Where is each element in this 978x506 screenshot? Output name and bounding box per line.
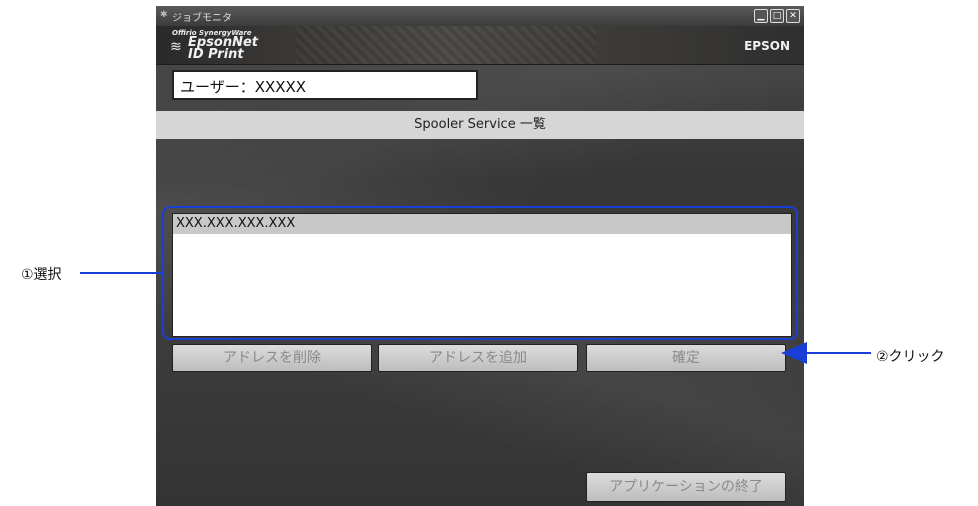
- brand-logo-icon: ≋: [170, 39, 182, 55]
- list-item[interactable]: XXX.XXX.XXX.XXX: [173, 214, 791, 234]
- vendor-logo: EPSON: [744, 39, 790, 53]
- user-display: ユーザー：XXXXX: [172, 70, 478, 100]
- titlebar: ✱ ジョブモニタ ▁ □ ✕: [156, 6, 804, 27]
- confirm-button[interactable]: 確定: [586, 344, 786, 372]
- spooler-service-list[interactable]: XXX.XXX.XXX.XXX: [172, 213, 792, 337]
- window-title: ジョブモニタ: [172, 13, 232, 24]
- banner-pattern: [296, 26, 596, 64]
- close-button[interactable]: ✕: [786, 9, 800, 23]
- minimize-button[interactable]: ▁: [754, 9, 768, 23]
- app-icon: ✱: [160, 10, 168, 20]
- job-monitor-window: ✱ ジョブモニタ ▁ □ ✕ Offirio SynergyWare ≋ Eps…: [156, 6, 804, 506]
- step2-arrow-icon: [781, 342, 871, 364]
- brand-name: EpsonNet ID Print: [188, 36, 258, 62]
- step2-annotation: ②クリック: [876, 349, 945, 365]
- delete-address-button[interactable]: アドレスを削除: [172, 344, 372, 372]
- brand-name-line2: ID Print: [188, 47, 244, 62]
- step1-pointer-line: [80, 272, 162, 274]
- exit-application-button[interactable]: アプリケーションの終了: [586, 472, 786, 502]
- header-banner: Offirio SynergyWare ≋ EpsonNet ID Print …: [156, 26, 804, 65]
- list-title: Spooler Service 一覧: [156, 111, 804, 139]
- add-address-button[interactable]: アドレスを追加: [378, 344, 578, 372]
- maximize-button[interactable]: □: [770, 9, 784, 23]
- step1-annotation: ①選択: [21, 267, 62, 283]
